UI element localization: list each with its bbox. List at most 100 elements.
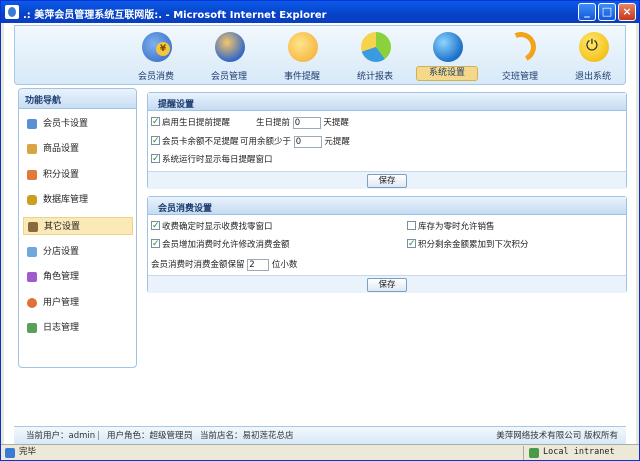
log-icon bbox=[27, 323, 37, 333]
birthday-days-row: 生日提前 0 天提醒 bbox=[256, 116, 349, 130]
minimize-button[interactable]: _ bbox=[578, 3, 596, 21]
balance-reminder-row: 会员卡余额不足提醒 bbox=[151, 134, 239, 149]
sidebar-item-label: 分店设置 bbox=[43, 247, 80, 257]
field-suffix: 元提醒 bbox=[324, 137, 350, 147]
pie-chart-icon bbox=[361, 32, 391, 62]
birthday-reminder-checkbox[interactable] bbox=[151, 115, 160, 129]
sidebar-item-label: 用户管理 bbox=[43, 298, 80, 308]
sidebar-item-label: 商品设置 bbox=[43, 144, 80, 154]
sidebar-item-card-settings[interactable]: 会员卡设置 bbox=[23, 115, 133, 133]
status-divider bbox=[523, 446, 524, 460]
footer-divider: | bbox=[190, 431, 193, 441]
panel-title: 会员消费设置 bbox=[148, 197, 626, 215]
footer: 当前用户：admin | 用户角色：超级管理员 | 当前店名：易初莲花总店 美萍… bbox=[14, 426, 626, 444]
save-bar: 保存 bbox=[148, 171, 626, 189]
checkbox-label: 会员卡余额不足提醒 bbox=[162, 137, 239, 147]
nav-label: 事件提醒 bbox=[283, 72, 320, 82]
globe-settings-icon bbox=[433, 32, 463, 62]
change-window-row: 收费确定时显示收费找零窗口 bbox=[151, 219, 273, 234]
zero-stock-checkbox[interactable] bbox=[407, 221, 416, 230]
window-title: .: 美萍会员管理系统互联网版:. - Microsoft Internet E… bbox=[23, 10, 327, 21]
sidebar-item-users[interactable]: 用户管理 bbox=[23, 294, 133, 312]
sidebar-item-label: 数据库管理 bbox=[43, 195, 89, 205]
store-name: 当前店名：易初莲花总店 bbox=[200, 431, 294, 441]
sidebar-item-goods-settings[interactable]: 商品设置 bbox=[23, 140, 133, 158]
nav-shift-manage[interactable]: 交班管理 bbox=[489, 27, 551, 84]
page-content: 会员消费 会员管理 事件提醒 统计报表 系统设置 交班管理 bbox=[4, 23, 636, 444]
daily-reminder-row: 系统运行时显示每日提醒窗口 bbox=[151, 152, 273, 167]
nav-label: 交班管理 bbox=[501, 72, 538, 82]
sidebar-item-points-settings[interactable]: 积分设置 bbox=[23, 166, 133, 184]
security-zone: Local intranet bbox=[543, 447, 615, 457]
field-label: 可用余额少于 bbox=[240, 137, 292, 147]
nav-label: 系统设置 bbox=[416, 66, 478, 81]
copyright: 美萍网络技术有限公司 版权所有 bbox=[496, 431, 618, 441]
power-icon bbox=[579, 32, 609, 62]
user-role: 用户角色：超级管理员 bbox=[107, 431, 193, 441]
maximize-button[interactable]: □ bbox=[598, 3, 616, 21]
top-nav: 会员消费 会员管理 事件提醒 统计报表 系统设置 交班管理 bbox=[14, 25, 626, 85]
footer-divider: | bbox=[97, 431, 100, 441]
chat-bubble-icon bbox=[288, 32, 318, 62]
save-bar: 保存 bbox=[148, 275, 626, 293]
field-label: 生日提前 bbox=[256, 118, 291, 128]
balance-threshold-input[interactable]: 0 bbox=[293, 135, 322, 148]
wrench-icon bbox=[28, 222, 38, 232]
close-button[interactable]: × bbox=[618, 3, 636, 21]
nav-statistics[interactable]: 统计报表 bbox=[344, 30, 406, 84]
nav-label: 统计报表 bbox=[356, 72, 393, 82]
nav-event-reminder[interactable]: 事件提醒 bbox=[271, 30, 333, 84]
nav-member-manage[interactable]: 会员管理 bbox=[198, 30, 260, 84]
role-icon bbox=[27, 272, 37, 282]
refresh-arrow-icon bbox=[501, 27, 541, 67]
panel-title: 提醒设置 bbox=[148, 93, 626, 111]
user-icon bbox=[27, 298, 37, 308]
status-text: 完毕 bbox=[19, 447, 37, 457]
sidebar: 功能导航 会员卡设置 商品设置 积分设置 数据库管理 其它设置 分店设置 角色管… bbox=[18, 88, 137, 368]
nav-label: 会员消费 bbox=[137, 72, 174, 82]
save-consume-button[interactable]: 保存 bbox=[367, 278, 407, 292]
decimal-places-input[interactable]: 2 bbox=[247, 258, 270, 271]
birthday-days-input[interactable]: 0 bbox=[292, 116, 321, 129]
sidebar-item-label: 日志管理 bbox=[43, 323, 80, 333]
consume-settings-panel: 会员消费设置 收费确定时显示收费找零窗口 库存为零时允许销售 会员增加消费时允许… bbox=[147, 196, 627, 293]
reminder-settings-panel: 提醒设置 启用生日提前提醒 生日提前 0 天提醒 会员卡余额不足提醒 可用余额少… bbox=[147, 92, 627, 189]
nav-exit[interactable]: 退出系统 bbox=[562, 30, 624, 84]
box-icon bbox=[27, 144, 37, 154]
decimal-row: 会员消费时消费金额保留 2 位小数 bbox=[151, 258, 297, 272]
yen-coin-icon bbox=[142, 32, 172, 62]
nav-label: 退出系统 bbox=[574, 72, 611, 82]
store-icon bbox=[27, 247, 37, 257]
sidebar-item-roles[interactable]: 角色管理 bbox=[23, 268, 133, 286]
sidebar-item-logs[interactable]: 日志管理 bbox=[23, 319, 133, 337]
points-carry-checkbox[interactable] bbox=[407, 237, 416, 251]
nav-member-consume[interactable]: 会员消费 bbox=[125, 30, 187, 84]
daily-reminder-checkbox[interactable] bbox=[151, 152, 160, 166]
intranet-icon bbox=[529, 448, 539, 458]
checkbox-label: 积分剩余金额累加到下次积分 bbox=[418, 240, 529, 250]
sidebar-title: 功能导航 bbox=[19, 89, 136, 109]
sidebar-item-label: 角色管理 bbox=[43, 272, 80, 282]
checkbox-label: 库存为零时允许销售 bbox=[418, 222, 495, 232]
field-suffix: 位小数 bbox=[271, 260, 298, 270]
database-icon bbox=[27, 195, 37, 205]
save-reminder-button[interactable]: 保存 bbox=[367, 174, 407, 188]
sidebar-item-branch-settings[interactable]: 分店设置 bbox=[23, 243, 133, 261]
card-icon bbox=[27, 119, 37, 129]
modify-amount-checkbox[interactable] bbox=[151, 237, 160, 251]
checkbox-label: 会员增加消费时允许修改消费金额 bbox=[162, 240, 290, 250]
current-user: 当前用户：admin bbox=[26, 431, 96, 441]
sidebar-item-label: 会员卡设置 bbox=[43, 119, 89, 129]
nav-label: 会员管理 bbox=[210, 72, 247, 82]
sidebar-item-other-settings[interactable]: 其它设置 bbox=[23, 217, 133, 235]
checkbox-label: 系统运行时显示每日提醒窗口 bbox=[162, 155, 273, 165]
change-window-checkbox[interactable] bbox=[151, 219, 160, 233]
balance-threshold-row: 可用余额少于 0 元提醒 bbox=[240, 135, 350, 149]
checkbox-label: 启用生日提前提醒 bbox=[162, 118, 231, 128]
balance-reminder-checkbox[interactable] bbox=[151, 134, 160, 148]
points-icon bbox=[27, 170, 37, 180]
nav-system-settings[interactable]: 系统设置 bbox=[416, 30, 478, 84]
zero-stock-row: 库存为零时允许销售 bbox=[407, 220, 495, 234]
sidebar-item-database[interactable]: 数据库管理 bbox=[23, 191, 133, 209]
birthday-reminder-row: 启用生日提前提醒 bbox=[151, 115, 231, 130]
